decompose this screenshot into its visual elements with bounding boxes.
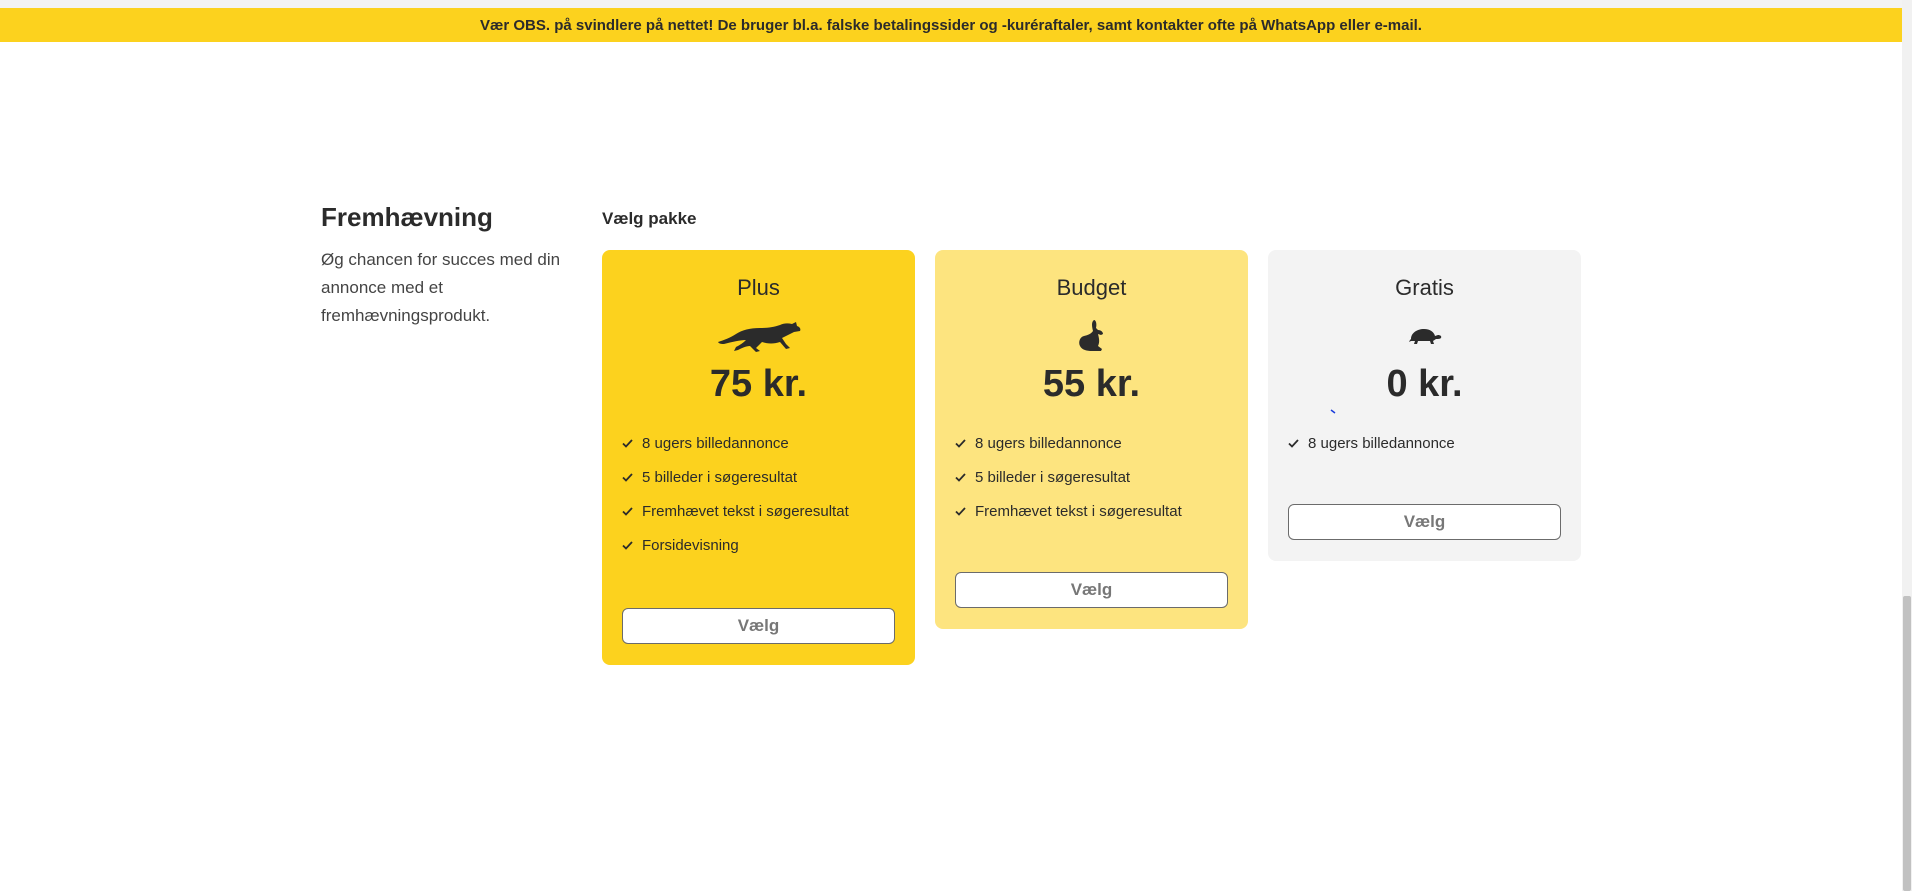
package-name: Plus	[737, 275, 780, 300]
package-card-plus[interactable]: Plus 75 kr. 8 ugers billedannonce 5 bill…	[602, 250, 915, 665]
select-plus-button[interactable]: Vælg	[622, 608, 895, 644]
cheetah-icon	[622, 310, 895, 362]
feature-item: Forsidevisning	[622, 528, 895, 562]
stray-mark	[1330, 409, 1336, 414]
warning-banner: Vær OBS. på svindlere på nettet! De brug…	[0, 8, 1902, 42]
feature-text: Forsidevisning	[642, 536, 739, 554]
feature-list: 8 ugers billedannonce	[1288, 426, 1561, 460]
feature-list: 8 ugers billedannonce 5 billeder i søger…	[955, 426, 1228, 528]
feature-text: 8 ugers billedannonce	[975, 434, 1122, 452]
select-budget-button[interactable]: Vælg	[955, 572, 1228, 608]
check-icon	[622, 438, 642, 448]
check-icon	[1288, 438, 1308, 448]
package-card-budget[interactable]: Budget 55 kr. 8 ugers billedannonce 5 bi…	[935, 250, 1248, 629]
feature-text: 5 billeder i søgeresultat	[975, 468, 1131, 486]
feature-text: 5 billeder i søgeresultat	[642, 468, 798, 486]
warning-banner-text: Vær OBS. på svindlere på nettet! De brug…	[480, 16, 1422, 34]
feature-item: 8 ugers billedannonce	[1288, 426, 1561, 460]
check-icon	[955, 472, 975, 482]
top-edge	[0, 0, 1902, 8]
package-price: 0 kr.	[1386, 363, 1463, 405]
check-icon	[955, 438, 975, 448]
feature-item: 5 billeder i søgeresultat	[955, 460, 1228, 494]
select-gratis-button[interactable]: Vælg	[1288, 504, 1561, 540]
feature-item: Fremhævet tekst i søgeresultat	[955, 494, 1228, 528]
feature-text: 8 ugers billedannonce	[642, 434, 789, 452]
package-price: 55 kr.	[1042, 363, 1141, 405]
feature-item: 8 ugers billedannonce	[955, 426, 1228, 460]
feature-text: 8 ugers billedannonce	[1308, 434, 1455, 452]
check-icon	[622, 506, 642, 516]
package-name: Budget	[1056, 275, 1127, 300]
feature-text: Fremhævet tekst i søgeresultat	[975, 502, 1182, 520]
package-name: Gratis	[1395, 275, 1454, 300]
choose-package-label: Vælg pakke	[602, 209, 697, 228]
section-description: Øg chancen for succes med din annonce me…	[321, 250, 561, 325]
feature-item: 8 ugers billedannonce	[622, 426, 895, 460]
feature-item: Fremhævet tekst i søgeresultat	[622, 494, 895, 528]
feature-item: 5 billeder i søgeresultat	[622, 460, 895, 494]
check-icon	[622, 540, 642, 550]
package-card-gratis[interactable]: Gratis 0 kr. 8 ugers billedannonce Vælg	[1268, 250, 1581, 561]
intro-section: Fremhævning Øg chancen for succes med di…	[321, 200, 571, 330]
check-icon	[955, 506, 975, 516]
scrollbar-track[interactable]	[1902, 0, 1912, 891]
section-title: Fremhævning	[321, 202, 493, 232]
scrollbar-thumb[interactable]	[1903, 596, 1911, 891]
turtle-icon	[1288, 310, 1561, 362]
package-price: 75 kr.	[709, 363, 808, 405]
check-icon	[622, 472, 642, 482]
rabbit-icon	[955, 310, 1228, 362]
feature-text: Fremhævet tekst i søgeresultat	[642, 502, 849, 520]
feature-list: 8 ugers billedannonce 5 billeder i søger…	[622, 426, 895, 562]
